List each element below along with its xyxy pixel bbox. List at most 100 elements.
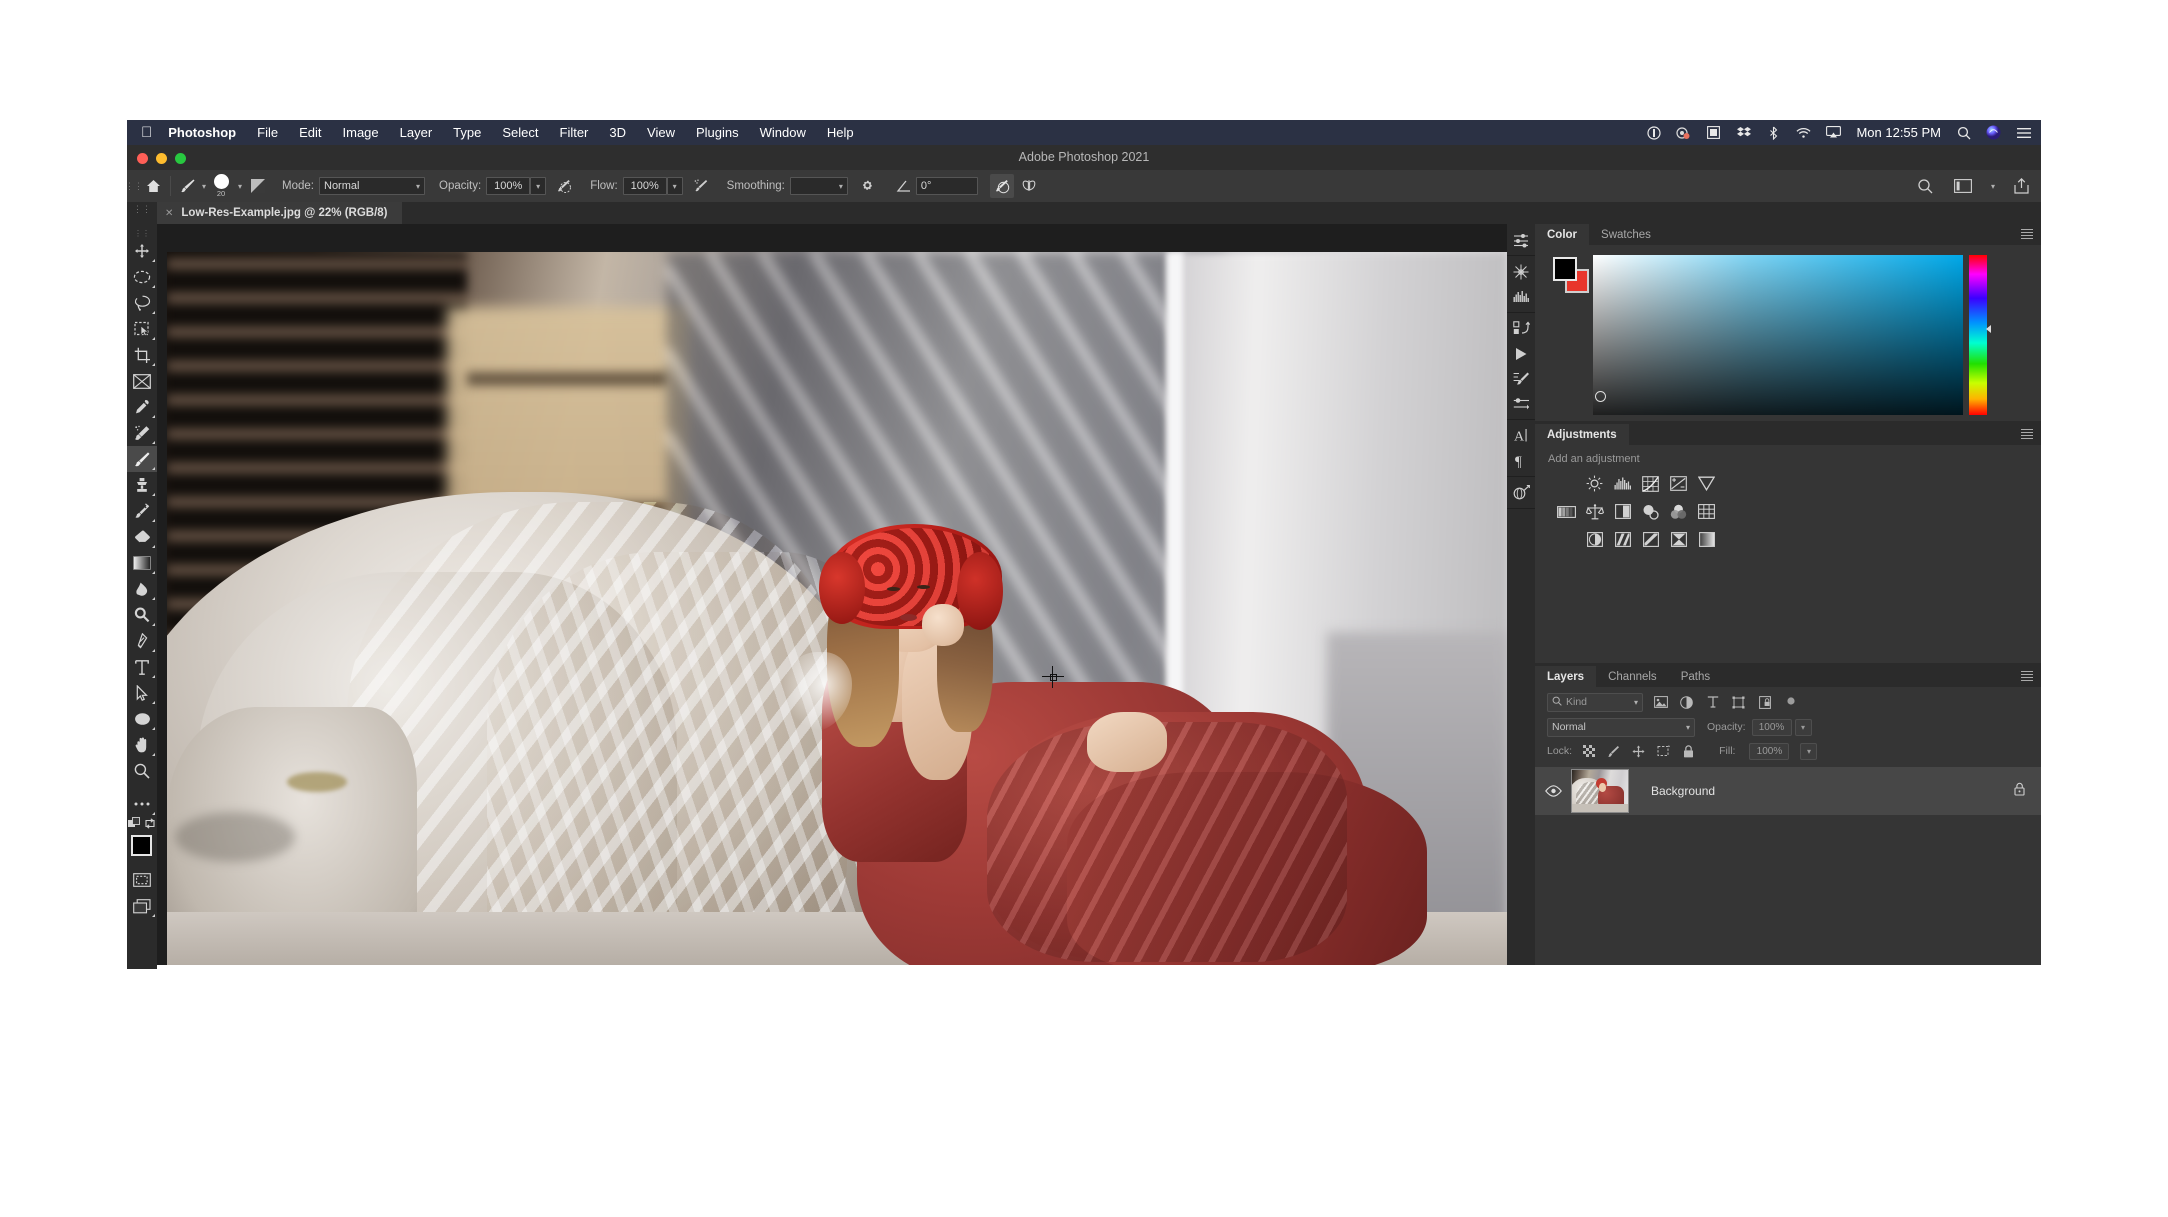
channel-mixer-adjustment[interactable] (1669, 502, 1688, 521)
levels-adjustment[interactable] (1613, 474, 1632, 493)
brush-settings-panel-icon[interactable] (246, 174, 270, 198)
lasso-tool[interactable] (127, 290, 157, 316)
lock-transparent-pixels-icon[interactable] (1580, 743, 1597, 760)
menu-select[interactable]: Select (502, 125, 538, 140)
display-mirror-icon[interactable] (1706, 125, 1721, 140)
menu-image[interactable]: Image (343, 125, 379, 140)
airplay-icon[interactable] (1826, 125, 1842, 140)
type-tool[interactable] (127, 654, 157, 680)
table-row[interactable]: Background (1535, 767, 2041, 815)
default-colors-icon[interactable] (128, 816, 140, 834)
layer-blend-mode-select[interactable]: Normal ▾ (1547, 717, 1695, 737)
workspace-chevron-down-icon[interactable]: ▾ (1991, 182, 1995, 191)
dodge-tool[interactable] (127, 602, 157, 628)
lock-artboard-icon[interactable] (1655, 743, 1672, 760)
character-icon[interactable]: A (1507, 423, 1535, 448)
lock-icon[interactable] (2014, 782, 2025, 801)
menu-help[interactable]: Help (827, 125, 854, 140)
share-icon[interactable] (2009, 174, 2033, 198)
panel-menu-icon[interactable] (2021, 671, 2033, 681)
black-white-adjustment[interactable] (1613, 502, 1632, 521)
eraser-tool[interactable] (127, 524, 157, 550)
brush-presets-icon[interactable] (1507, 391, 1535, 416)
zoom-tool[interactable] (127, 758, 157, 784)
filter-pixel-icon[interactable] (1652, 694, 1669, 711)
tab-layers[interactable]: Layers (1535, 666, 1597, 687)
options-bar-grip[interactable]: ⋮⋮ (125, 170, 143, 202)
blend-mode-select[interactable]: Normal ▾ (319, 177, 425, 195)
tab-swatches[interactable]: Swatches (1589, 224, 1663, 245)
tab-channels[interactable]: Channels (1596, 666, 1669, 687)
pressure-size-icon[interactable] (989, 174, 1014, 198)
flow-chevron-down-icon[interactable]: ▾ (666, 177, 683, 195)
eye-icon[interactable] (1535, 767, 1571, 815)
3d-materials-icon[interactable] (1507, 480, 1535, 505)
pressure-opacity-icon[interactable] (552, 174, 576, 198)
close-icon[interactable]: ✕ (165, 208, 173, 219)
document-tab[interactable]: ✕ Low-Res-Example.jpg @ 22% (RGB/8) (157, 202, 402, 224)
smoothing-input[interactable]: ▾ (789, 177, 848, 195)
layer-fill-input[interactable]: 100% (1749, 742, 1790, 760)
curves-adjustment[interactable] (1641, 474, 1660, 493)
foreground-color-swatch[interactable] (1553, 257, 1577, 281)
screenshot-icon[interactable] (1676, 125, 1691, 140)
timemachine-icon[interactable] (1646, 125, 1661, 140)
image-canvas[interactable] (167, 252, 1507, 965)
opacity-input[interactable]: 100% (486, 177, 531, 195)
canvas-area[interactable] (157, 224, 1507, 965)
color-lookup-adjustment[interactable] (1697, 502, 1716, 521)
object-selection-tool[interactable] (127, 316, 157, 342)
menu-filter[interactable]: Filter (560, 125, 589, 140)
paragraph-icon[interactable]: ¶ (1507, 448, 1535, 473)
filter-shape-icon[interactable] (1730, 694, 1747, 711)
crop-tool[interactable] (127, 342, 157, 368)
marquee-tool[interactable] (127, 264, 157, 290)
siri-icon[interactable] (1986, 125, 2001, 140)
play-icon[interactable] (1507, 341, 1535, 366)
menu-edit[interactable]: Edit (299, 125, 321, 140)
screen-mode-icon[interactable] (127, 893, 157, 919)
list-icon[interactable] (2016, 125, 2031, 140)
brush-preset-chevron-down-icon[interactable]: ▾ (238, 182, 242, 191)
path-selection-tool[interactable] (127, 680, 157, 706)
lock-image-pixels-icon[interactable] (1605, 743, 1622, 760)
panel-menu-icon[interactable] (2021, 229, 2033, 239)
spot-healing-brush-tool[interactable] (127, 420, 157, 446)
brightness-contrast-adjustment[interactable] (1585, 474, 1604, 493)
panel-menu-icon[interactable] (2021, 429, 2033, 439)
hand-tool[interactable] (127, 732, 157, 758)
color-ramp[interactable] (1593, 255, 1963, 415)
swap-colors-icon[interactable] (144, 816, 156, 834)
brush-settings-icon[interactable] (1507, 366, 1535, 391)
pen-tool[interactable] (127, 628, 157, 654)
sliders-icon[interactable] (1507, 227, 1535, 252)
photo-filter-adjustment[interactable] (1641, 502, 1660, 521)
airbrush-icon[interactable] (689, 174, 713, 198)
layer-filter-kind-select[interactable]: Kind ▾ (1547, 692, 1643, 712)
layer-opacity-input[interactable]: 100% (1751, 718, 1792, 736)
gradient-tool[interactable] (127, 550, 157, 576)
history-brush-tool[interactable] (127, 498, 157, 524)
menu-view[interactable]: View (647, 125, 675, 140)
hue-saturation-adjustment[interactable] (1557, 502, 1576, 521)
tools-panel-grip[interactable]: ⋮⋮ (127, 228, 157, 238)
edit-toolbar-tool[interactable] (127, 791, 157, 817)
filter-toggle-icon[interactable] (1782, 694, 1799, 711)
search-icon[interactable] (1913, 174, 1937, 198)
opacity-chevron-down-icon[interactable]: ▾ (530, 177, 547, 195)
tab-adjustments[interactable]: Adjustments (1535, 424, 1629, 445)
layer-opacity-chevron-down-icon[interactable]: ▾ (1794, 718, 1812, 736)
bluetooth-icon[interactable] (1766, 125, 1781, 140)
menubar-clock[interactable]: Mon 12:55 PM (1856, 125, 1941, 140)
menu-photoshop[interactable]: Photoshop (168, 125, 236, 140)
wifi-icon[interactable] (1796, 125, 1811, 140)
frame-tool[interactable] (127, 368, 157, 394)
document-tab-grip[interactable]: ⋮⋮ (133, 204, 151, 215)
lock-all-icon[interactable] (1680, 743, 1697, 760)
flow-input[interactable]: 100% (622, 177, 667, 195)
hue-slider[interactable] (1969, 255, 1991, 415)
threshold-adjustment[interactable] (1641, 530, 1660, 549)
foreground-color-swatch[interactable] (131, 835, 152, 856)
brush-angle-input[interactable]: 0° (915, 177, 978, 195)
actions-icon[interactable] (1507, 316, 1535, 341)
